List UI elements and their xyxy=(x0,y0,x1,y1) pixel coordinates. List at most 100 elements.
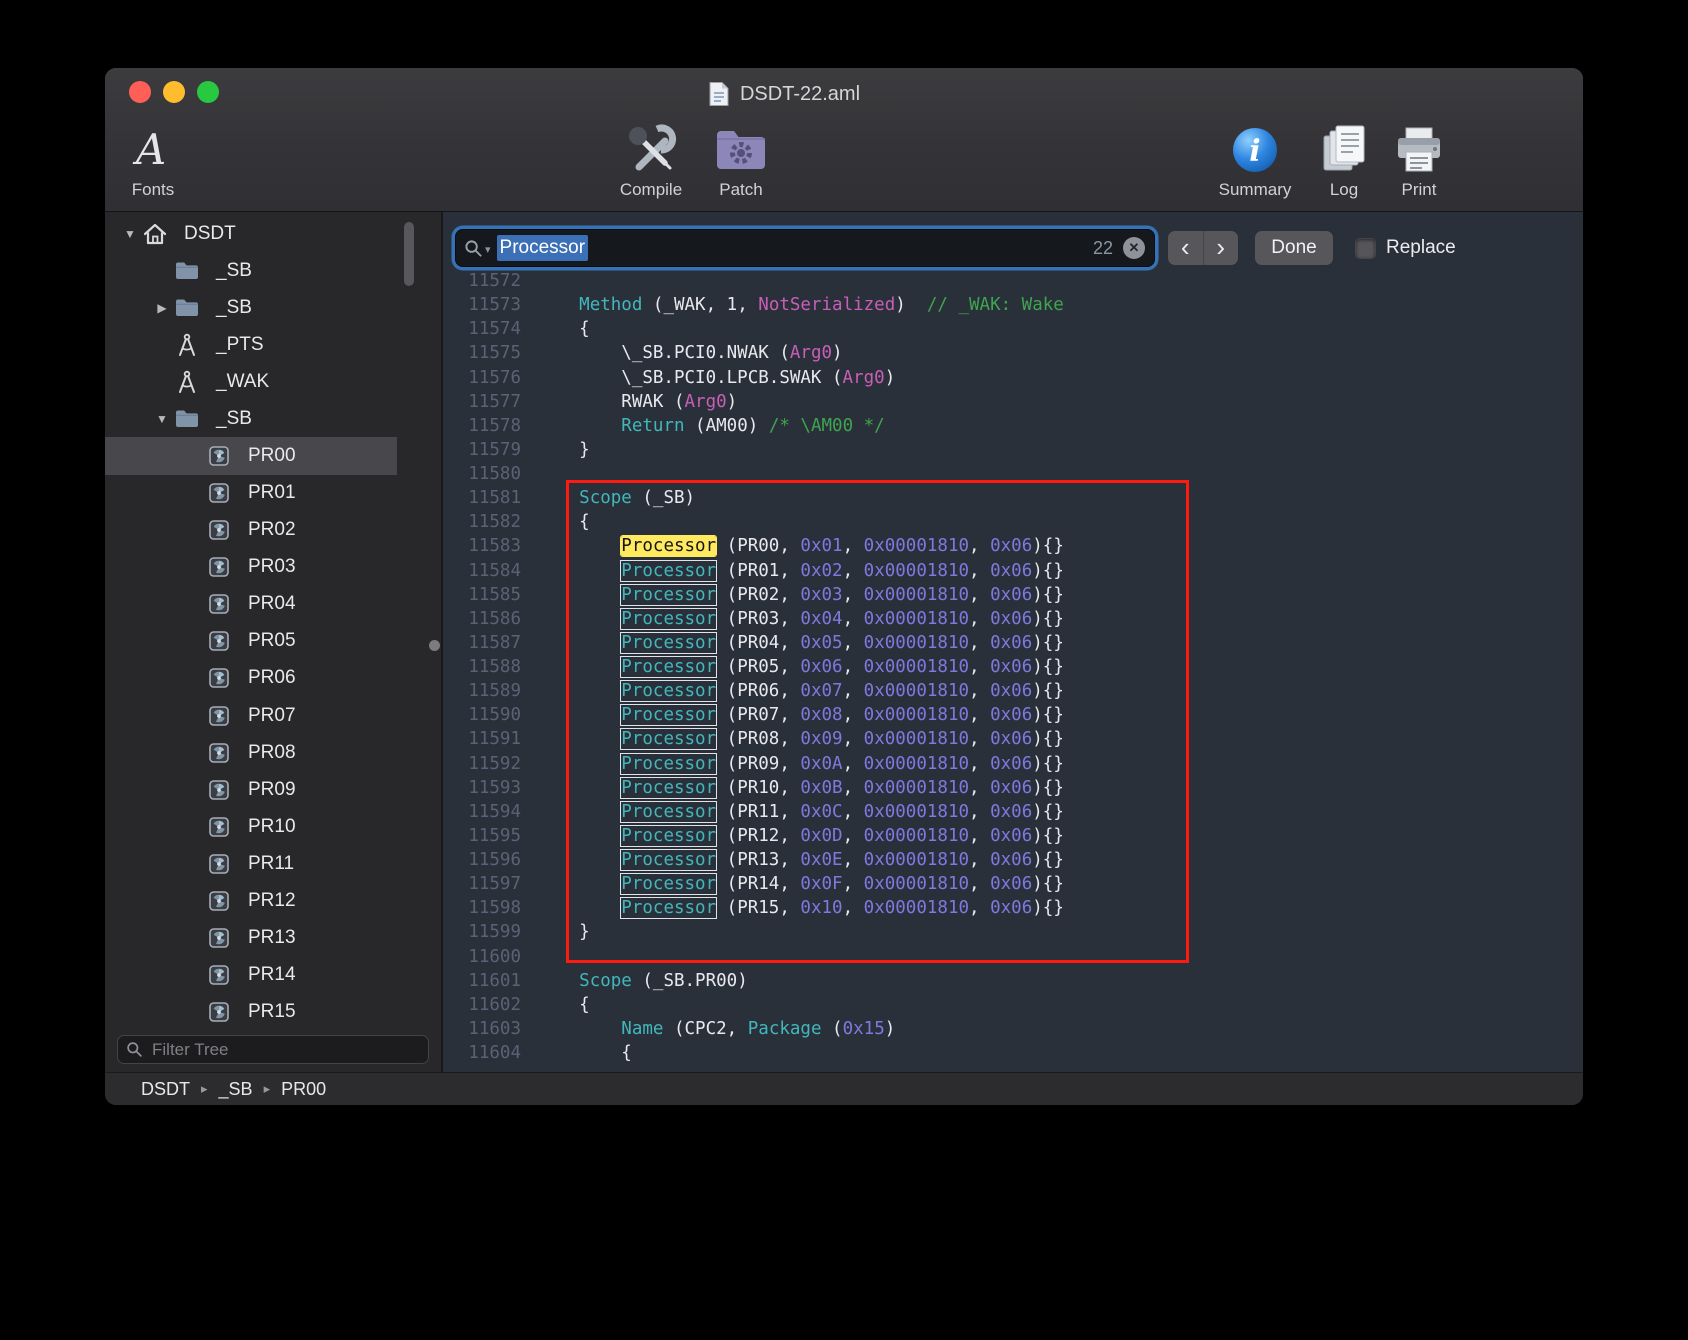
print-label: Print xyxy=(1402,180,1437,200)
line-number: 11588 xyxy=(443,655,521,679)
sidebar-item-pr07-13[interactable]: PR07 xyxy=(105,697,397,734)
line-code: { xyxy=(537,1041,632,1065)
summary-button[interactable]: i Summary xyxy=(1208,120,1302,200)
code-area[interactable]: 1157211573 Method (_WAK, 1, NotSerialize… xyxy=(443,269,1583,1072)
line-code: Scope (_SB.PR00) xyxy=(537,969,748,993)
line-code: Processor (PR02, 0x03, 0x00001810, 0x06)… xyxy=(537,583,1064,607)
processor-icon xyxy=(206,925,232,951)
sidebar-item-pr02-8[interactable]: PR02 xyxy=(105,512,397,549)
sidebar-item-pr04-10[interactable]: PR04 xyxy=(105,586,397,623)
sidebar-item-pr13-19[interactable]: PR13 xyxy=(105,919,397,956)
breadcrumb-item[interactable]: _SB xyxy=(219,1079,253,1100)
fonts-icon: A xyxy=(131,120,175,180)
sidebar-item-pr09-15[interactable]: PR09 xyxy=(105,771,397,808)
pane-splitter-handle[interactable] xyxy=(429,640,440,651)
line-number: 11599 xyxy=(443,920,521,944)
home-icon xyxy=(142,221,168,247)
done-button[interactable]: Done xyxy=(1255,231,1333,265)
breadcrumb-item[interactable]: PR00 xyxy=(281,1079,326,1100)
line-number: 11585 xyxy=(443,583,521,607)
line-number: 11601 xyxy=(443,969,521,993)
sidebar-item-pr06-12[interactable]: PR06 xyxy=(105,660,397,697)
code-line: 11583 Processor (PR00, 0x01, 0x00001810,… xyxy=(443,534,1583,558)
line-number: 11587 xyxy=(443,631,521,655)
folder-icon xyxy=(174,258,200,284)
compile-button[interactable]: Compile xyxy=(603,120,699,200)
sidebar-item-pr05-11[interactable]: PR05 xyxy=(105,623,397,660)
titlebar[interactable]: DSDT-22.aml xyxy=(105,68,1583,118)
sidebar-item-sb-2[interactable]: ▶_SB xyxy=(105,289,397,326)
sidebar-item-pr12-18[interactable]: PR12 xyxy=(105,882,397,919)
clear-search-icon[interactable]: ✕ xyxy=(1123,237,1145,259)
processor-icon xyxy=(206,703,232,729)
patch-label: Patch xyxy=(719,180,762,200)
sidebar-item-dsdt-0[interactable]: ▼DSDT xyxy=(105,215,397,252)
line-code: Processor (PR15, 0x10, 0x00001810, 0x06)… xyxy=(537,896,1064,920)
line-number: 11594 xyxy=(443,800,521,824)
sidebar-item-pts-3[interactable]: _PTS xyxy=(105,326,397,363)
tree-item-label: PR08 xyxy=(248,742,296,764)
sidebar-item-pr14-20[interactable]: PR14 xyxy=(105,957,397,994)
sidebar-item-pr08-14[interactable]: PR08 xyxy=(105,734,397,771)
tree-item-label: PR00 xyxy=(248,445,296,467)
sidebar-item-wak-4[interactable]: _WAK xyxy=(105,363,397,400)
print-button[interactable]: Print xyxy=(1383,120,1455,200)
disclosure-right-icon[interactable]: ▶ xyxy=(150,301,174,315)
code-line: 11578 Return (AM00) /* \AM00 */ xyxy=(443,414,1583,438)
line-number: 11590 xyxy=(443,703,521,727)
tree-item-label: PR04 xyxy=(248,593,296,615)
tree-item-label: PR10 xyxy=(248,816,296,838)
sidebar-item-pr03-9[interactable]: PR03 xyxy=(105,549,397,586)
log-button[interactable]: Log xyxy=(1310,120,1378,200)
filter-input[interactable] xyxy=(150,1039,420,1061)
disclosure-down-icon[interactable]: ▼ xyxy=(150,412,174,426)
search-options-chevron-icon[interactable]: ▾ xyxy=(485,243,491,256)
window-title: DSDT-22.aml xyxy=(740,83,860,106)
line-code: { xyxy=(537,993,590,1017)
sidebar-item-pr15-21[interactable]: PR15 xyxy=(105,994,397,1031)
line-code: Processor (PR13, 0x0E, 0x00001810, 0x06)… xyxy=(537,848,1064,872)
line-code: Processor (PR09, 0x0A, 0x00001810, 0x06)… xyxy=(537,752,1064,776)
code-line: 11581 Scope (_SB) xyxy=(443,486,1583,510)
sidebar-scrollbar-thumb[interactable] xyxy=(404,222,414,286)
tree-item-label: PR05 xyxy=(248,630,296,652)
sidebar-item-pr11-17[interactable]: PR11 xyxy=(105,845,397,882)
disclosure-down-icon[interactable]: ▼ xyxy=(118,227,142,241)
sidebar-item-pr10-16[interactable]: PR10 xyxy=(105,808,397,845)
sidebar-item-pr00-6[interactable]: PR00 xyxy=(105,437,397,474)
processor-icon xyxy=(206,628,232,654)
log-icon xyxy=(1318,120,1370,180)
code-line: 11574 { xyxy=(443,317,1583,341)
replace-checkbox[interactable] xyxy=(1356,239,1375,258)
sidebar-item-sb-5[interactable]: ▼_SB xyxy=(105,400,397,437)
compile-label: Compile xyxy=(620,180,682,200)
app-window: DSDT-22.aml A Fonts xyxy=(105,68,1583,1105)
line-code: Processor (PR12, 0x0D, 0x00001810, 0x06)… xyxy=(537,824,1064,848)
line-number: 11598 xyxy=(443,896,521,920)
search-match: Processor xyxy=(621,898,716,918)
line-number: 11600 xyxy=(443,945,521,969)
code-line: 11596 Processor (PR13, 0x0E, 0x00001810,… xyxy=(443,848,1583,872)
search-icon[interactable] xyxy=(464,239,483,258)
next-match-button[interactable]: › xyxy=(1203,231,1239,265)
tree-item-label: _SB xyxy=(216,260,252,282)
patch-button[interactable]: Patch xyxy=(703,120,779,200)
folder-icon xyxy=(174,406,200,432)
search-input[interactable]: ▾ Processor 22 ✕ xyxy=(455,229,1155,267)
line-number: 11602 xyxy=(443,993,521,1017)
tree-item-label: PR02 xyxy=(248,519,296,541)
search-match: Processor xyxy=(621,778,716,798)
fonts-button[interactable]: A Fonts xyxy=(115,120,191,200)
code-line: 11599 } xyxy=(443,920,1583,944)
sidebar-item-pr01-7[interactable]: PR01 xyxy=(105,475,397,512)
toolbar: A Fonts Compile xyxy=(105,118,1583,211)
code-line: 11594 Processor (PR11, 0x0C, 0x00001810,… xyxy=(443,800,1583,824)
code-line: 11577 RWAK (Arg0) xyxy=(443,390,1583,414)
previous-match-button[interactable]: ‹ xyxy=(1168,231,1203,265)
sidebar: ▼DSDT _SB ▶_SB_PTS_WAK▼_SB PR00 PR01 PR02 PR03… xyxy=(105,212,443,1072)
sidebar-item-sb-1[interactable]: _SB xyxy=(105,252,397,289)
breadcrumb-item[interactable]: DSDT xyxy=(141,1079,190,1100)
code-line: 11580 xyxy=(443,462,1583,486)
code-line: 11585 Processor (PR02, 0x03, 0x00001810,… xyxy=(443,583,1583,607)
filter-field[interactable] xyxy=(117,1035,429,1064)
